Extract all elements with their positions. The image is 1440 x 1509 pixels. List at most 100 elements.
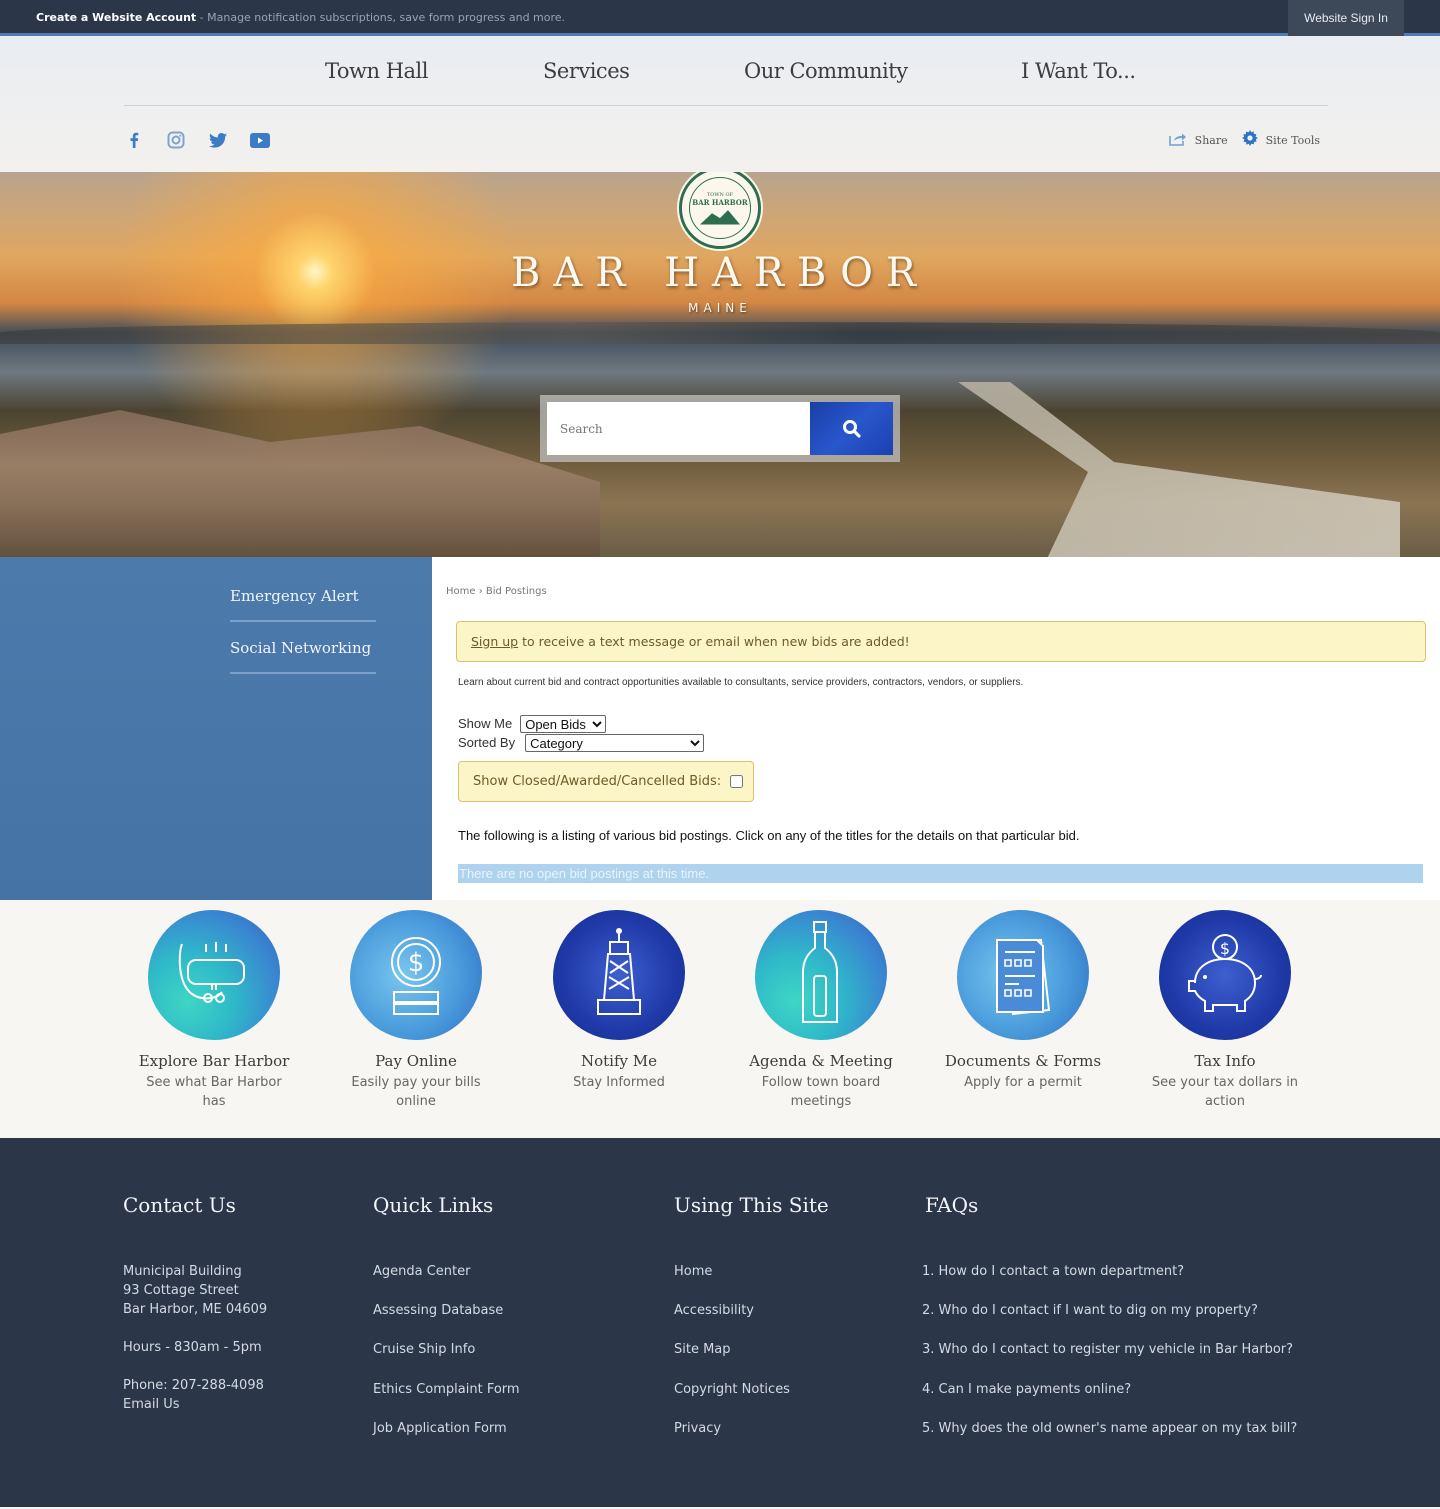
youtube-icon[interactable] bbox=[250, 130, 270, 150]
footer-quick-links: Quick Links Agenda Center Assessing Data… bbox=[373, 1193, 520, 1458]
sidebar: Emergency Alert Social Networking bbox=[0, 557, 432, 900]
quick-link-title: Pay Online bbox=[375, 1052, 457, 1070]
svg-text:$: $ bbox=[408, 948, 425, 978]
twitter-icon[interactable] bbox=[208, 130, 228, 150]
seal-mountain-icon bbox=[700, 210, 740, 225]
sidebar-item-social-networking[interactable]: Social Networking bbox=[230, 622, 376, 674]
sorted-by-label: Sorted By bbox=[458, 735, 516, 750]
site-brand-subtitle: MAINE bbox=[688, 301, 752, 315]
breadcrumb: Home › Bid Postings bbox=[446, 586, 547, 597]
sidebar-item-emergency-alert[interactable]: Emergency Alert bbox=[230, 570, 376, 622]
quick-links-graphics: Explore Bar Harbor See what Bar Harbor h… bbox=[0, 900, 1440, 1138]
quick-link-agenda-meeting[interactable]: Agenda & Meeting Follow town board meeti… bbox=[721, 910, 921, 1111]
footer-link-accessibility[interactable]: Accessibility bbox=[674, 1301, 829, 1340]
site-search bbox=[540, 395, 900, 462]
listing-intro: The following is a listing of various bi… bbox=[458, 828, 1080, 843]
share-icon[interactable] bbox=[1168, 131, 1187, 150]
search-icon bbox=[842, 419, 861, 438]
faq-link[interactable]: 5. Why does the old owner's name appear … bbox=[922, 1419, 1297, 1458]
show-closed-bids-box: Show Closed/Awarded/Cancelled Bids: bbox=[458, 761, 754, 802]
main-navigation: Town Hall Services Our Community I Want … bbox=[124, 36, 1328, 106]
footer-link-ethics-complaint[interactable]: Ethics Complaint Form bbox=[373, 1380, 520, 1419]
footer-link-home[interactable]: Home bbox=[674, 1262, 829, 1301]
town-seal-logo[interactable]: TOWN OF BAR HARBOR bbox=[679, 172, 761, 249]
footer-link-agenda-center[interactable]: Agenda Center bbox=[373, 1262, 520, 1301]
create-account-link[interactable]: Create a Website Account bbox=[36, 11, 196, 24]
contact-phone: Phone: 207-288-4098 bbox=[123, 1378, 264, 1393]
bid-filters: Show Me Open Bids Sorted By Category bbox=[458, 714, 705, 752]
quick-link-subtitle: Follow town board meetings bbox=[761, 1075, 881, 1109]
footer-contact: Contact Us Municipal Building 93 Cottage… bbox=[123, 1193, 267, 1414]
create-account-description: - Manage notification subscriptions, sav… bbox=[196, 11, 566, 24]
share-button[interactable]: Share bbox=[1195, 134, 1228, 147]
show-me-select[interactable]: Open Bids bbox=[520, 714, 607, 733]
contact-building: Municipal Building bbox=[123, 1264, 242, 1279]
quick-link-pay-online[interactable]: $ Pay Online Easily pay your bills onlin… bbox=[316, 910, 516, 1111]
breadcrumb-trail[interactable]: Home › Bid Postings bbox=[446, 586, 547, 597]
facebook-icon[interactable] bbox=[124, 130, 144, 150]
faq-link[interactable]: 1. How do I contact a town department? bbox=[922, 1262, 1297, 1301]
quick-link-tax-info[interactable]: $ Tax Info See your tax dollars in actio… bbox=[1125, 910, 1325, 1111]
sign-up-link[interactable]: Sign up bbox=[471, 634, 518, 649]
show-closed-bids-checkbox[interactable] bbox=[730, 775, 744, 788]
site-brand-title[interactable]: BAR HARBOR bbox=[0, 250, 1440, 296]
nav-town-hall[interactable]: Town Hall bbox=[325, 36, 428, 106]
account-bar: Create a Website Account - Manage notifi… bbox=[0, 0, 1440, 36]
quick-link-title: Agenda & Meeting bbox=[749, 1052, 893, 1070]
buoy-tower-icon bbox=[553, 910, 685, 1040]
hero-islands bbox=[0, 322, 1440, 344]
quick-link-notify-me[interactable]: Notify Me Stay Informed bbox=[519, 910, 719, 1092]
quick-link-subtitle: Stay Informed bbox=[573, 1075, 665, 1090]
bid-description: Learn about current bid and contract opp… bbox=[458, 677, 1024, 688]
nav-our-community[interactable]: Our Community bbox=[744, 36, 908, 106]
main-content: Home › Bid Postings Sign up to receive a… bbox=[432, 557, 1440, 900]
website-sign-in-button[interactable]: Website Sign In bbox=[1288, 0, 1404, 36]
message-bottle-icon bbox=[755, 910, 887, 1040]
hero-trail bbox=[958, 382, 1400, 557]
signup-alert: Sign up to receive a text message or ema… bbox=[456, 621, 1426, 662]
instagram-icon[interactable] bbox=[166, 130, 186, 150]
nav-services[interactable]: Services bbox=[543, 36, 630, 106]
contact-email-link[interactable]: Email Us bbox=[123, 1395, 267, 1414]
quick-link-subtitle: See what Bar Harbor has bbox=[146, 1075, 282, 1109]
gear-icon[interactable] bbox=[1241, 130, 1258, 150]
social-links bbox=[124, 130, 270, 150]
faq-link[interactable]: 4. Can I make payments online? bbox=[922, 1380, 1297, 1419]
footer-link-site-map[interactable]: Site Map bbox=[674, 1340, 829, 1379]
search-button[interactable] bbox=[810, 402, 893, 455]
site-footer: Contact Us Municipal Building 93 Cottage… bbox=[0, 1138, 1440, 1507]
footer-link-job-application[interactable]: Job Application Form bbox=[373, 1419, 520, 1458]
site-header: Town Hall Services Our Community I Want … bbox=[0, 36, 1440, 172]
footer-contact-heading: Contact Us bbox=[123, 1193, 236, 1217]
documents-icon bbox=[957, 910, 1089, 1040]
quick-link-subtitle: See your tax dollars in action bbox=[1151, 1075, 1299, 1109]
nav-i-want-to[interactable]: I Want To... bbox=[1021, 36, 1136, 106]
hero-banner: TOWN OF BAR HARBOR BAR HARBOR MAINE bbox=[0, 172, 1440, 557]
contact-hours: Hours - 830am - 5pm bbox=[123, 1340, 262, 1355]
hero-rocks bbox=[0, 410, 600, 557]
site-tools-button[interactable]: Site Tools bbox=[1266, 134, 1320, 147]
footer-quick-links-heading: Quick Links bbox=[373, 1193, 494, 1217]
contact-city: Bar Harbor, ME 04609 bbox=[123, 1302, 268, 1317]
search-input[interactable] bbox=[547, 402, 810, 455]
faq-link[interactable]: 3. Who do I contact to register my vehic… bbox=[922, 1340, 1297, 1379]
piggy-bank-icon: $ bbox=[1159, 910, 1291, 1040]
quick-link-subtitle: Apply for a permit bbox=[964, 1075, 1082, 1090]
footer-link-privacy[interactable]: Privacy bbox=[674, 1419, 829, 1458]
quick-link-subtitle: Easily pay your bills online bbox=[351, 1075, 481, 1109]
footer-faqs: FAQs 1. How do I contact a town departme… bbox=[922, 1193, 1297, 1458]
footer-link-copyright[interactable]: Copyright Notices bbox=[674, 1380, 829, 1419]
sorted-by-select[interactable]: Category bbox=[525, 733, 705, 752]
quick-link-title: Tax Info bbox=[1194, 1052, 1256, 1070]
quick-link-documents-forms[interactable]: Documents & Forms Apply for a permit bbox=[923, 910, 1123, 1092]
footer-link-cruise-ship-info[interactable]: Cruise Ship Info bbox=[373, 1340, 520, 1379]
content-area: Emergency Alert Social Networking Home ›… bbox=[0, 557, 1440, 900]
signup-alert-text: to receive a text message or email when … bbox=[522, 634, 910, 649]
footer-link-assessing-database[interactable]: Assessing Database bbox=[373, 1301, 520, 1340]
quick-link-explore[interactable]: Explore Bar Harbor See what Bar Harbor h… bbox=[114, 910, 314, 1111]
no-bids-message: There are no open bid postings at this t… bbox=[458, 864, 1423, 883]
snorkel-mask-icon bbox=[148, 910, 280, 1040]
faq-link[interactable]: 2. Who do I contact if I want to dig on … bbox=[922, 1301, 1297, 1340]
header-tools: Share Site Tools bbox=[1168, 130, 1320, 150]
show-me-label: Show Me bbox=[458, 716, 513, 731]
